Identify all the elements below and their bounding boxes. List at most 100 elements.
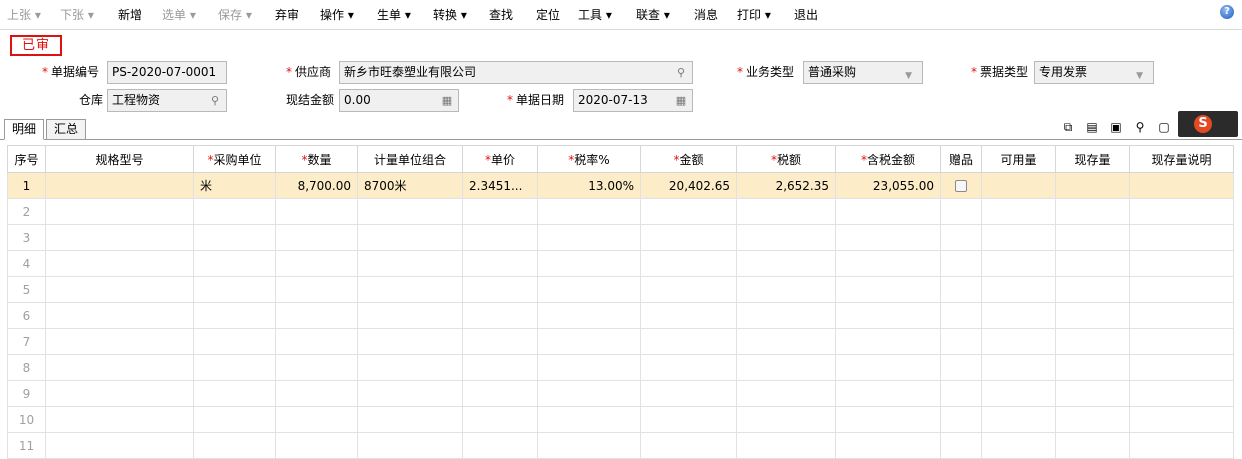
table-cell-price[interactable]	[462, 432, 538, 459]
column-header[interactable]: *单价	[462, 145, 538, 173]
table-cell-tax[interactable]	[736, 198, 836, 225]
table-cell-qty[interactable]	[275, 380, 358, 407]
doc-date-field[interactable]: 2020-07-13 ▦	[573, 89, 693, 112]
table-cell-amount[interactable]	[640, 354, 737, 381]
table-cell-spec[interactable]	[45, 302, 194, 329]
table-cell-amount-with-tax[interactable]	[835, 328, 941, 355]
paste-row-icon[interactable]: ▤	[1084, 119, 1100, 135]
table-cell-available[interactable]	[981, 302, 1056, 329]
table-cell-tax-rate[interactable]	[537, 276, 641, 303]
table-cell-stock-note[interactable]	[1129, 328, 1234, 355]
table-cell-tax[interactable]	[736, 250, 836, 277]
table-cell-price[interactable]	[462, 406, 538, 433]
sogou-input-icon[interactable]: S	[1194, 115, 1212, 133]
table-cell-stock-note[interactable]	[1129, 224, 1234, 251]
table-cell-tax-rate[interactable]	[537, 432, 641, 459]
warehouse-field[interactable]: 工程物资 ⚲	[107, 89, 227, 112]
supplier-field[interactable]: 新乡市旺泰塑业有限公司 ⚲	[339, 61, 693, 84]
find-button[interactable]: 查找	[489, 7, 513, 23]
search-icon[interactable]: ⚲	[674, 66, 688, 80]
column-header[interactable]: 计量单位组合	[357, 145, 463, 173]
table-cell-qty[interactable]	[275, 354, 358, 381]
generate-order-menu[interactable]: 生单 ▾	[377, 7, 411, 23]
table-row[interactable]: 8	[7, 354, 1234, 381]
calculator-icon[interactable]: ▦	[440, 94, 454, 108]
column-header[interactable]: 现存量说明	[1129, 145, 1234, 173]
table-cell-gift[interactable]	[940, 328, 982, 355]
column-header[interactable]: 规格型号	[45, 145, 194, 173]
table-cell-qty[interactable]	[275, 328, 358, 355]
new-button[interactable]: 新增	[118, 7, 142, 23]
table-cell-amount-with-tax[interactable]	[835, 276, 941, 303]
table-cell-amount[interactable]	[640, 198, 737, 225]
biz-type-select[interactable]: 普通采购 ▼	[803, 61, 923, 84]
table-cell-available[interactable]	[981, 432, 1056, 459]
table-cell-tax-rate[interactable]	[537, 250, 641, 277]
table-cell-amount-with-tax[interactable]: 23,055.00	[835, 172, 941, 199]
table-cell-qty[interactable]	[275, 432, 358, 459]
table-cell-tax-rate[interactable]	[537, 354, 641, 381]
table-cell-amount-with-tax[interactable]	[835, 354, 941, 381]
table-cell-unit[interactable]	[193, 302, 276, 329]
table-cell-qty[interactable]	[275, 198, 358, 225]
table-cell-gift[interactable]	[940, 198, 982, 225]
table-cell-tax[interactable]	[736, 328, 836, 355]
column-header[interactable]: 赠品	[940, 145, 982, 173]
table-cell-amount[interactable]	[640, 224, 737, 251]
table-cell-unit-group[interactable]	[357, 302, 463, 329]
table-cell-amount[interactable]	[640, 432, 737, 459]
table-cell-unit-group[interactable]	[357, 198, 463, 225]
table-cell-qty[interactable]	[275, 302, 358, 329]
table-cell-qty[interactable]	[275, 276, 358, 303]
settle-amount-field[interactable]: 0.00 ▦	[339, 89, 459, 112]
table-cell-unit[interactable]	[193, 432, 276, 459]
table-cell-available[interactable]	[981, 328, 1056, 355]
table-cell-unit-group[interactable]	[357, 380, 463, 407]
help-icon[interactable]: ?	[1220, 5, 1234, 19]
table-cell-unit[interactable]	[193, 224, 276, 251]
table-cell-stock-note[interactable]	[1129, 432, 1234, 459]
table-cell-unit-group[interactable]	[357, 406, 463, 433]
export-excel-icon[interactable]: ▣	[1108, 119, 1124, 135]
table-cell-tax[interactable]	[736, 406, 836, 433]
table-cell-stock[interactable]	[1055, 432, 1130, 459]
table-cell-spec[interactable]	[45, 276, 194, 303]
print-menu[interactable]: 打印 ▾	[737, 7, 771, 23]
table-cell-available[interactable]	[981, 172, 1056, 199]
table-cell-spec[interactable]	[45, 328, 194, 355]
column-header[interactable]: 现存量	[1055, 145, 1130, 173]
table-cell-gift[interactable]	[940, 380, 982, 407]
table-cell-available[interactable]	[981, 276, 1056, 303]
table-row[interactable]: 4	[7, 250, 1234, 277]
find-in-grid-icon[interactable]: ⚲	[1132, 119, 1148, 135]
table-cell-unit-group[interactable]: 8700米	[357, 172, 463, 199]
table-cell-qty[interactable]	[275, 250, 358, 277]
tools-menu[interactable]: 工具 ▾	[578, 7, 612, 23]
table-cell-tax-rate[interactable]	[537, 224, 641, 251]
next-record-button[interactable]: 下张 ▾	[60, 7, 94, 23]
table-cell-unit-group[interactable]	[357, 224, 463, 251]
table-cell-stock[interactable]	[1055, 328, 1130, 355]
table-cell-stock[interactable]	[1055, 250, 1130, 277]
table-cell-tax-rate[interactable]: 13.00%	[537, 172, 641, 199]
table-cell-available[interactable]	[981, 224, 1056, 251]
table-cell-gift[interactable]	[940, 172, 982, 199]
table-cell-qty[interactable]: 8,700.00	[275, 172, 358, 199]
prev-record-button[interactable]: 上张 ▾	[7, 7, 41, 23]
tab-detail[interactable]: 明细	[4, 119, 44, 140]
table-cell-price[interactable]: 2.3451...	[462, 172, 538, 199]
table-cell-stock[interactable]	[1055, 172, 1130, 199]
table-cell-gift[interactable]	[940, 432, 982, 459]
unapprove-button[interactable]: 弃审	[275, 7, 299, 23]
table-cell-unit[interactable]	[193, 380, 276, 407]
column-header[interactable]: *采购单位	[193, 145, 276, 173]
table-cell-gift[interactable]	[940, 224, 982, 251]
table-cell-unit-group[interactable]	[357, 250, 463, 277]
invoice-type-select[interactable]: 专用发票 ▼	[1034, 61, 1154, 84]
table-cell-amount[interactable]	[640, 380, 737, 407]
column-header[interactable]: 序号	[7, 145, 46, 173]
table-row[interactable]: 1 米 8,700.00 8700米 2.3451... 13.00% 20,402.65 2…	[7, 172, 1234, 199]
table-cell-stock-note[interactable]	[1129, 302, 1234, 329]
table-cell-amount-with-tax[interactable]	[835, 380, 941, 407]
table-cell-available[interactable]	[981, 354, 1056, 381]
